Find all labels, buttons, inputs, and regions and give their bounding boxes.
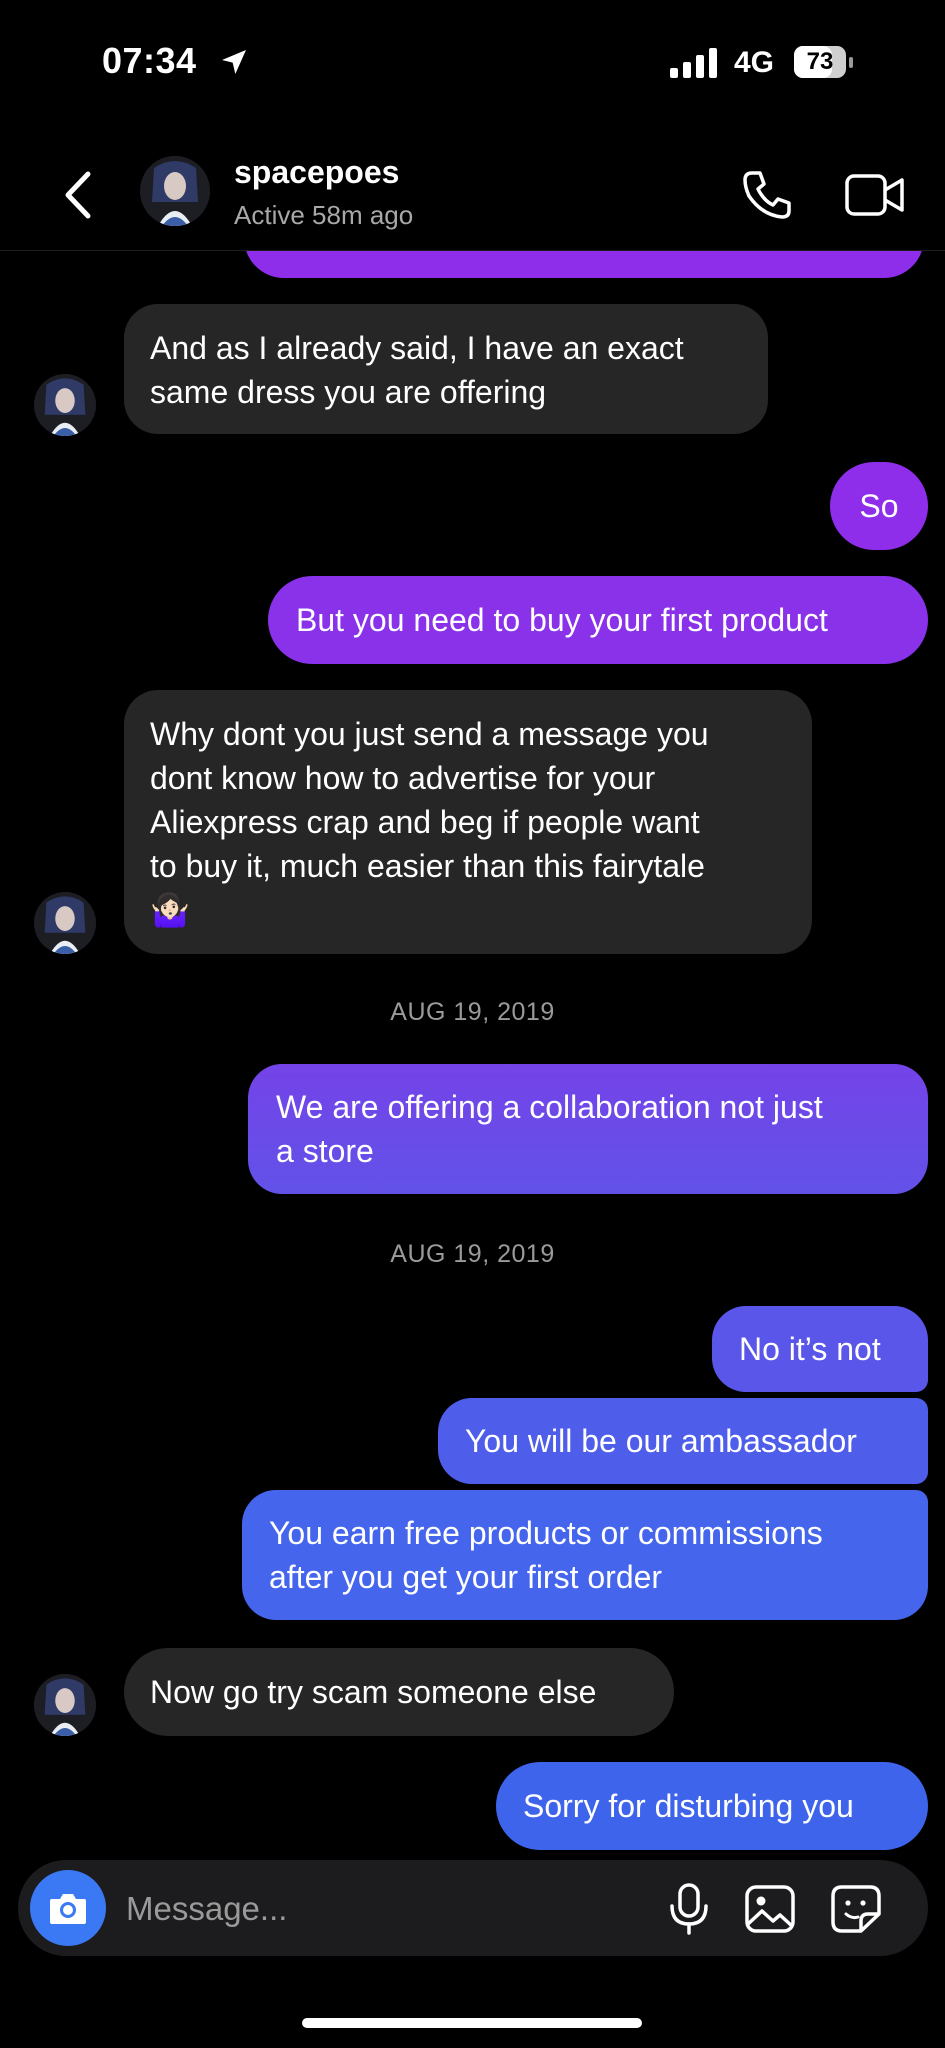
camera-button[interactable] — [30, 1870, 106, 1946]
message-bubble-outgoing[interactable]: No it’s not — [712, 1306, 928, 1392]
contact-name[interactable]: spacepoes — [234, 154, 399, 191]
microphone-button[interactable] — [664, 1882, 714, 1936]
message-line: No it’s not — [739, 1331, 881, 1367]
phone-icon — [743, 171, 791, 219]
message-bubble-incoming[interactable]: Now go try scam someone else — [124, 1648, 674, 1736]
microphone-icon — [670, 1883, 708, 1935]
message-line: You earn free products or commissions — [269, 1515, 823, 1551]
message-line: a store — [276, 1133, 374, 1169]
chevron-left-icon — [65, 171, 91, 219]
message-bubble-outgoing[interactable]: You will be our ambassador — [438, 1398, 928, 1484]
message-line: And as I already said, I have an exact — [150, 330, 684, 366]
back-button[interactable] — [56, 168, 100, 222]
message-line: But you need to buy your first product — [296, 602, 828, 638]
message-bubble-outgoing[interactable]: Sorry for disturbing you — [496, 1762, 928, 1850]
network-type: 4G — [734, 46, 775, 79]
contact-avatar[interactable] — [140, 156, 210, 226]
chat-header: spacepoes Active 58m ago — [0, 130, 945, 251]
gallery-button[interactable] — [744, 1884, 796, 1934]
message-line: Why dont you just send a message you — [150, 716, 709, 752]
message-bubble-outgoing[interactable]: But you need to buy your first product — [268, 576, 928, 664]
message-bubble-incoming[interactable]: And as I already said, I have an exact s… — [124, 304, 768, 434]
battery-percent: 73 — [806, 48, 834, 75]
contact-status: Active 58m ago — [234, 200, 414, 230]
signal-bars-icon — [670, 48, 717, 78]
shrug-emoji: 🤷🏻‍♀️ — [150, 892, 190, 928]
message-bubble-outgoing[interactable]: You earn free products or commissions af… — [242, 1490, 928, 1620]
battery-indicator: 73 — [794, 46, 854, 80]
message-line: after you get your first order — [269, 1559, 663, 1595]
call-button[interactable] — [740, 168, 794, 222]
sender-avatar[interactable] — [34, 1674, 96, 1736]
sticker-button[interactable] — [830, 1884, 882, 1934]
camera-icon — [50, 1894, 86, 1924]
location-arrow-icon — [222, 50, 246, 74]
status-time: 07:34 — [102, 40, 197, 81]
message-bubble-outgoing[interactable]: We are offering a collaboration not just… — [248, 1064, 928, 1194]
sender-avatar[interactable] — [34, 374, 96, 436]
image-icon — [745, 1885, 795, 1933]
message-input[interactable] — [124, 1860, 648, 1958]
video-camera-icon — [845, 174, 904, 216]
message-line: Now go try scam someone else — [150, 1674, 597, 1710]
message-line: to buy it, much easier than this fairyta… — [150, 848, 705, 884]
message-line: Sorry for disturbing you — [523, 1788, 854, 1824]
home-indicator — [302, 2018, 642, 2028]
message-line: same dress you are offering — [150, 374, 547, 410]
message-line: You will be our ambassador — [465, 1423, 857, 1459]
message-bubble-outgoing[interactable]: So — [830, 462, 928, 550]
message-line: We are offering a collaboration not just — [276, 1089, 823, 1125]
status-bar: 07:34 4G 73 — [0, 0, 945, 130]
date-divider: AUG 19, 2019 — [390, 998, 555, 1026]
sticker-icon — [831, 1885, 881, 1933]
date-divider: AUG 19, 2019 — [390, 1240, 555, 1268]
message-line: dont know how to advertise for your — [150, 760, 656, 796]
sender-avatar[interactable] — [34, 892, 96, 954]
video-call-button[interactable] — [844, 170, 906, 220]
message-line: Aliexpress crap and beg if people want — [150, 804, 700, 840]
message-line: So — [859, 488, 899, 524]
message-composer — [18, 1860, 928, 1958]
message-bubble-incoming[interactable]: Why dont you just send a message you don… — [124, 690, 812, 954]
